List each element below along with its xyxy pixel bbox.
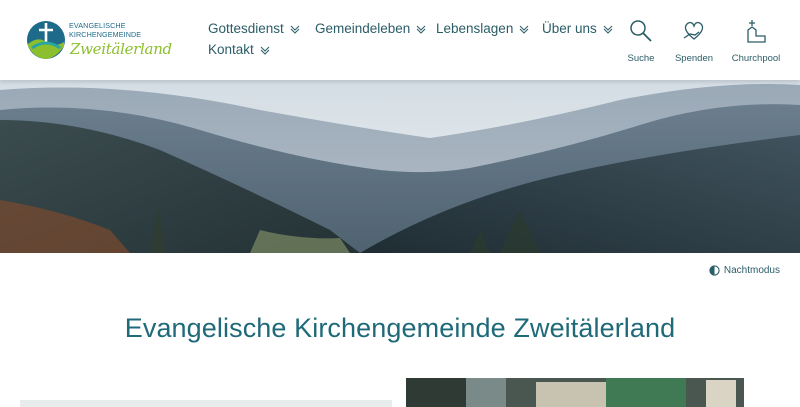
search-icon <box>630 20 652 42</box>
nav-item-label: Lebenslagen <box>436 21 514 36</box>
nav-item-gemeindeleben[interactable]: Gemeindeleben <box>315 21 426 36</box>
chevron-down-icon <box>290 24 300 34</box>
nav-item-lebenslagen[interactable]: Lebenslagen <box>436 21 529 36</box>
logo-icon <box>27 21 65 59</box>
night-mode-label: Nachtmodus <box>723 265 780 276</box>
quicklink-label: Spenden <box>674 53 714 64</box>
nav-item-kontakt[interactable]: Kontakt <box>208 42 270 57</box>
site-header: EVANGELISCHE KIRCHENGEMEINDE Zweitälerla… <box>0 0 800 80</box>
content-card-left <box>20 400 392 407</box>
nav-item-label: Gemeindeleben <box>315 21 411 36</box>
contrast-icon <box>709 265 720 276</box>
nav-item-gottesdienst[interactable]: Gottesdienst <box>208 21 300 36</box>
chevron-down-icon <box>416 24 426 34</box>
nav-item-label: Über uns <box>542 21 597 36</box>
nav-item-label: Kontakt <box>208 42 254 57</box>
logo-script-text: Zweitälerland <box>70 40 172 58</box>
site-logo[interactable]: EVANGELISCHE KIRCHENGEMEINDE Zweitälerla… <box>26 18 172 62</box>
chevron-down-icon <box>260 45 270 55</box>
chevron-down-icon <box>519 24 529 34</box>
logo-text-line1: EVANGELISCHE <box>69 21 126 30</box>
night-mode-toggle[interactable]: Nachtmodus <box>709 265 780 276</box>
donate-icon <box>683 21 704 40</box>
content-image-right <box>406 378 744 407</box>
nav-item-ueber-uns[interactable]: Über uns <box>542 21 613 36</box>
church-interior-photo <box>406 378 744 407</box>
mountain-valley-photo <box>0 80 800 253</box>
quicklink-donate[interactable]: Spenden <box>662 18 726 64</box>
churchpool-icon <box>747 20 766 43</box>
hero-image <box>0 80 800 253</box>
page-title: Evangelische Kirchengemeinde Zweitälerla… <box>124 313 676 343</box>
logo-text-line2: KIRCHENGEMEINDE <box>69 30 142 39</box>
nav-item-label: Gottesdienst <box>208 21 284 36</box>
quicklink-churchpool[interactable]: Churchpool <box>724 18 788 64</box>
quicklink-label: Churchpool <box>731 53 781 64</box>
